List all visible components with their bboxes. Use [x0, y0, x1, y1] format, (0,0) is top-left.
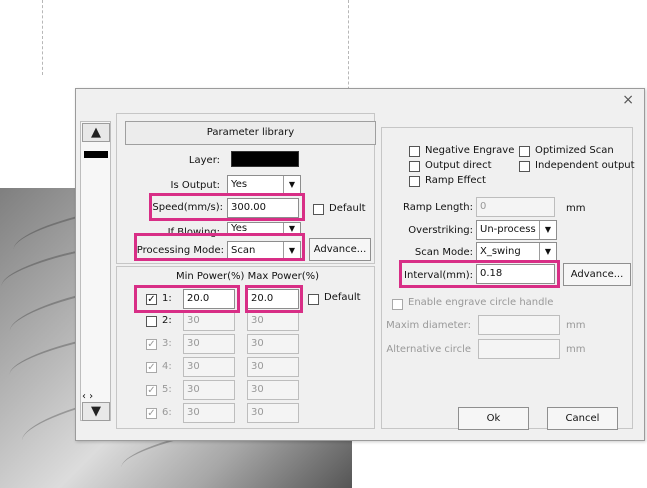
ramp-effect-label: Ramp Effect [425, 175, 486, 186]
overstriking-select[interactable]: Un-process ▼ [476, 220, 557, 240]
screenshot-canvas: × ▲ ‹ › ▼ Parameter library Layer: Is Ou… [0, 0, 647, 488]
scan-mode-select[interactable]: X_swing ▼ [476, 242, 557, 262]
scroll-up-icon[interactable]: ▲ [82, 123, 110, 142]
page-guide-left [42, 0, 43, 75]
ok-button[interactable]: Ok [458, 407, 529, 430]
is-output-label: Is Output: [170, 180, 220, 191]
scroll-left-right-icon[interactable]: ‹ › [82, 391, 93, 402]
processing-mode-select[interactable]: Scan ▼ [227, 241, 301, 261]
power-row-label: 6: [162, 407, 172, 418]
max-power-field[interactable]: 30 [247, 357, 299, 377]
chevron-down-icon: ▼ [283, 242, 300, 260]
ramp-length-field[interactable]: 0 [476, 197, 555, 217]
layer-color-box[interactable] [231, 151, 299, 167]
power-row-label: 2: [162, 315, 172, 326]
max-power-field[interactable]: 30 [247, 403, 299, 423]
speed-label: Speed(mm/s): [152, 202, 223, 213]
alternative-circle-label: Alternative circle [386, 344, 471, 355]
power-row-label: 4: [162, 361, 172, 372]
power-header: Min Power(%) Max Power(%) [176, 271, 320, 282]
power-row-checkbox[interactable]: ✓ [146, 362, 157, 373]
negative-engrave-checkbox[interactable] [409, 146, 420, 157]
ramp-effect-checkbox[interactable] [409, 176, 420, 187]
speed-field[interactable]: 300.00 [227, 198, 299, 218]
circle-handle-checkbox[interactable] [392, 299, 403, 310]
overstriking-label: Overstriking: [408, 225, 473, 236]
independent-output-label: Independent output [535, 160, 635, 171]
power-default-label: Default [324, 292, 361, 303]
parameter-library-button[interactable]: Parameter library [125, 121, 376, 145]
power-row-checkbox[interactable]: ✓ [146, 294, 157, 305]
close-icon[interactable]: × [622, 92, 634, 108]
if-blowing-select[interactable]: Yes ▼ [227, 222, 301, 235]
power-row-checkbox[interactable]: ✓ [146, 408, 157, 419]
interval-advance-button[interactable]: Advance... [563, 263, 631, 286]
layer-label: Layer: [188, 155, 220, 166]
optimized-scan-checkbox[interactable] [519, 146, 530, 157]
alternative-circle-unit: mm [566, 344, 586, 355]
layer-scrollbar[interactable]: ▲ ‹ › ▼ [80, 121, 111, 421]
power-row-checkbox[interactable]: ✓ [146, 339, 157, 350]
is-output-select[interactable]: Yes ▼ [227, 175, 301, 195]
scan-mode-label: Scan Mode: [414, 247, 473, 258]
power-row-checkbox[interactable] [146, 316, 157, 327]
optimized-scan-label: Optimized Scan [535, 145, 614, 156]
maxim-diameter-field[interactable] [478, 315, 560, 335]
max-power-field[interactable]: 30 [247, 380, 299, 400]
min-power-field[interactable]: 30 [183, 403, 235, 423]
speed-default-label: Default [329, 203, 366, 214]
min-power-field[interactable]: 30 [183, 380, 235, 400]
ramp-length-label: Ramp Length: [403, 202, 473, 213]
min-power-field[interactable]: 30 [183, 334, 235, 354]
cancel-button[interactable]: Cancel [547, 407, 618, 430]
scroll-down-icon[interactable]: ▼ [82, 402, 110, 421]
speed-default-checkbox[interactable] [313, 204, 324, 215]
chevron-down-icon: ▼ [283, 176, 300, 194]
min-power-field[interactable]: 30 [183, 357, 235, 377]
interval-label: Interval(mm): [404, 270, 473, 281]
if-blowing-label: If Blowing: [167, 227, 220, 238]
circle-handle-label: Enable engrave circle handle [408, 297, 554, 308]
output-direct-label: Output direct [425, 160, 492, 171]
power-row-label: 5: [162, 384, 172, 395]
maxim-diameter-label: Maxim diameter: [386, 320, 471, 331]
layer-color-swatch [84, 151, 108, 158]
processing-mode-label: Processing Mode: [136, 245, 224, 256]
min-power-field[interactable]: 20.0 [183, 289, 235, 309]
chevron-down-icon: ▼ [539, 243, 556, 261]
power-row-label: 1: [162, 293, 172, 304]
min-power-field[interactable]: 30 [183, 311, 235, 331]
chevron-down-icon: ▼ [283, 223, 300, 234]
power-default-checkbox[interactable] [308, 294, 319, 305]
independent-output-checkbox[interactable] [519, 161, 530, 172]
chevron-down-icon: ▼ [539, 221, 556, 239]
processing-advance-button[interactable]: Advance... [309, 238, 371, 261]
alternative-circle-field[interactable] [478, 339, 560, 359]
power-row-label: 3: [162, 338, 172, 349]
output-direct-checkbox[interactable] [409, 161, 420, 172]
maxim-diameter-unit: mm [566, 320, 586, 331]
power-row-checkbox[interactable]: ✓ [146, 385, 157, 396]
max-power-field[interactable]: 30 [247, 334, 299, 354]
interval-field[interactable]: 0.18 [476, 264, 555, 284]
max-power-field[interactable]: 30 [247, 311, 299, 331]
ramp-length-unit: mm [566, 203, 586, 214]
max-power-field[interactable]: 20.0 [247, 289, 299, 309]
negative-engrave-label: Negative Engrave [425, 145, 515, 156]
